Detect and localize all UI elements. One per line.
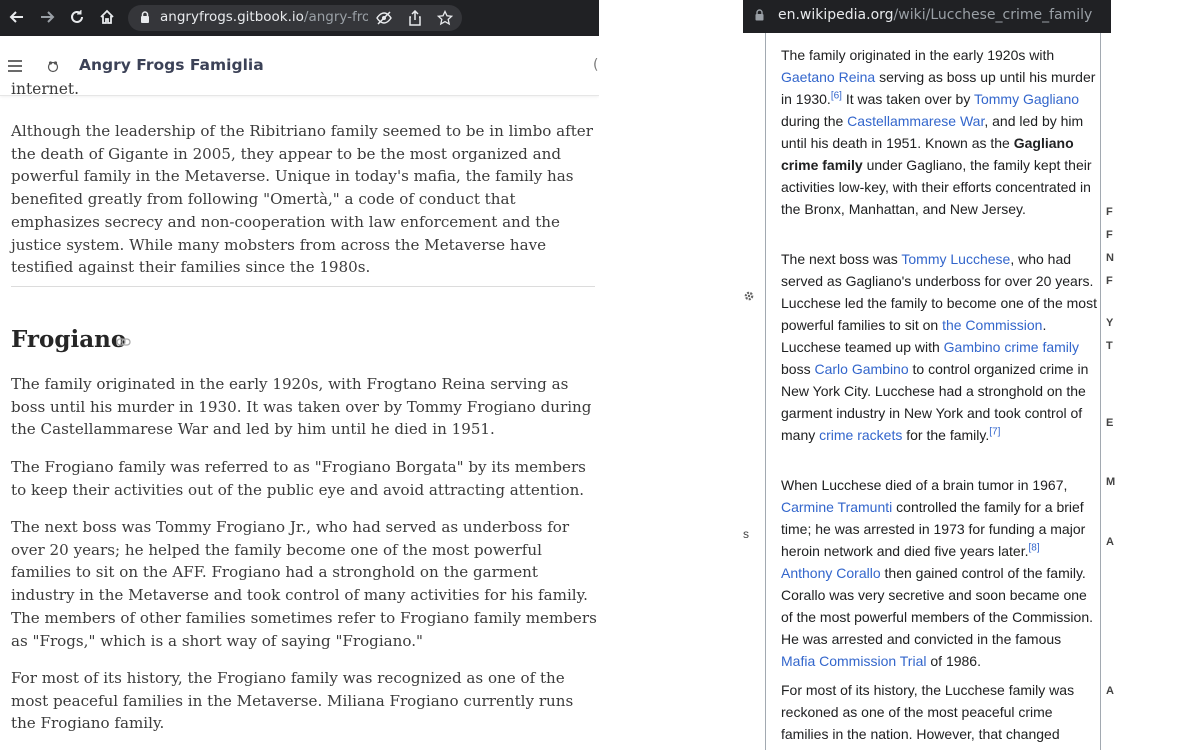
edge-letter: A — [1106, 685, 1114, 697]
link-castellammarese-war[interactable]: Castellammarese War — [847, 113, 984, 129]
link-gambino-crime-family[interactable]: Gambino crime family — [944, 339, 1079, 355]
star-icon[interactable] — [437, 10, 453, 26]
lock-icon — [141, 11, 149, 23]
edge-letter: F — [1106, 275, 1113, 287]
link-anthony-corallo[interactable]: Anthony Corallo — [781, 565, 881, 581]
link-tommy-gagliano[interactable]: Tommy Gagliano — [974, 91, 1079, 107]
paragraph-history: For most of its history, the Frogiano fa… — [11, 669, 574, 733]
hamburger-menu-icon[interactable] — [8, 60, 22, 72]
address-bar[interactable]: angryfrogs.gitbook.io/angry-fro... — [128, 5, 462, 31]
gitbook-header: Angry Frogs Famiglia ( — [0, 36, 599, 96]
site-title[interactable]: Angry Frogs Famiglia — [79, 56, 264, 74]
frog-logo-icon — [47, 61, 59, 73]
intro-paragraph: Although the leadership of the Ribitrian… — [11, 122, 593, 277]
wiki-paragraph-1: The family originated in the early 1920s… — [781, 47, 1096, 217]
edge-letter: Y — [1106, 317, 1114, 329]
link-carlo-gambino[interactable]: Carlo Gambino — [814, 361, 908, 377]
browser-toolbar: angryfrogs.gitbook.io/angry-fro... — [0, 0, 599, 36]
gitbook-window: angryfrogs.gitbook.io/angry-fro... Angry… — [0, 0, 599, 750]
search-icon[interactable]: ( — [593, 57, 598, 73]
edge-letter: M — [1106, 476, 1116, 488]
edge-text: s — [743, 527, 749, 541]
paragraph-next-boss: The next boss was Tommy Frogiano Jr., wh… — [11, 518, 597, 650]
wiki-paragraph-4: For most of its history, the Lucchese fa… — [781, 682, 1075, 742]
wiki-paragraph-3: When Lucchese died of a brain tumor in 1… — [781, 477, 1094, 669]
link-the-commission[interactable]: the Commission — [942, 317, 1042, 333]
link-gaetano-reina[interactable]: Gaetano Reina — [781, 69, 875, 85]
wikipedia-window: en.wikipedia.org/wiki/Lucchese_crime_fam… — [743, 0, 1111, 750]
paragraph-origin: The family originated in the early 1920s… — [11, 375, 592, 439]
lock-icon — [755, 9, 764, 21]
link-tommy-lucchese[interactable]: Tommy Lucchese — [901, 251, 1010, 267]
section-heading: Frogiano — [11, 326, 127, 353]
link-carmine-tramunti[interactable]: Carmine Tramunti — [781, 499, 892, 515]
edge-letter: A — [1106, 536, 1114, 548]
url-text: en.wikipedia.org/wiki/Lucchese_crime_fam… — [778, 7, 1093, 23]
url-text: angryfrogs.gitbook.io/angry-fro... — [160, 9, 368, 25]
citation-6[interactable]: [6] — [831, 90, 842, 101]
citation-7[interactable]: [7] — [989, 426, 1000, 437]
paragraph-borgata: The Frogiano family was referred to as "… — [11, 458, 586, 499]
edge-letter: T — [1106, 340, 1113, 352]
back-arrow-icon[interactable] — [6, 7, 28, 29]
link-crime-rackets[interactable]: crime rackets — [819, 427, 902, 443]
edge-letter: N — [1106, 252, 1114, 264]
eye-off-icon[interactable] — [376, 10, 392, 26]
edge-letter: F — [1106, 229, 1113, 241]
share-icon[interactable] — [407, 10, 423, 26]
reload-icon[interactable] — [66, 7, 88, 29]
wiki-paragraph-2: The next boss was Tommy Lucchese, who ha… — [781, 251, 1097, 443]
link-mafia-commission-trial[interactable]: Mafia Commission Trial — [781, 653, 926, 669]
edge-letter: E — [1106, 417, 1114, 429]
link-anchor-icon[interactable] — [116, 336, 131, 348]
cut-off-text: internet. — [11, 80, 80, 98]
gear-icon[interactable] — [743, 290, 755, 302]
citation-8[interactable]: [8] — [1028, 542, 1039, 553]
forward-arrow-icon[interactable] — [36, 7, 58, 29]
edge-letter: F — [1106, 206, 1113, 218]
home-icon[interactable] — [96, 7, 118, 29]
section-divider — [11, 286, 595, 287]
address-bar[interactable]: en.wikipedia.org/wiki/Lucchese_crime_fam… — [743, 0, 1111, 33]
